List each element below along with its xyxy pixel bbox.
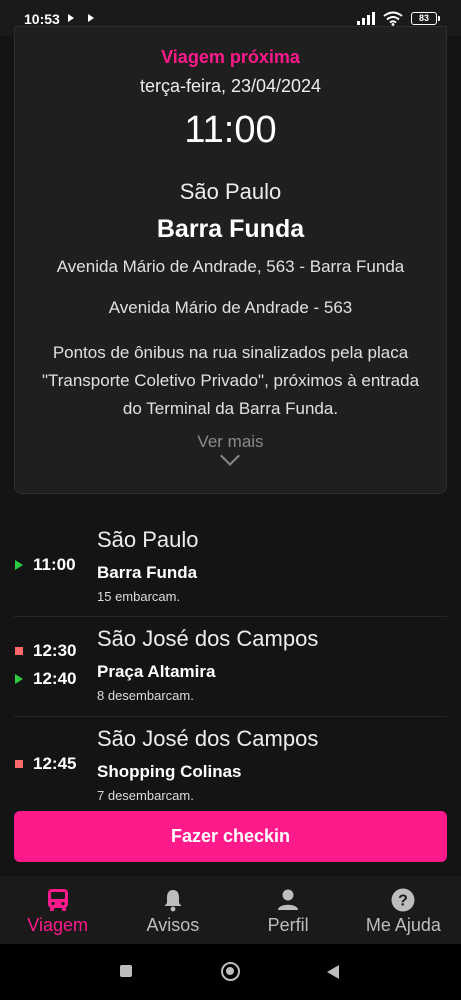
alight-marker-icon [15, 647, 23, 655]
stop-city: São José dos Campos [97, 626, 319, 651]
status-icons: 83 [357, 11, 440, 26]
stop-time: 12:30 [33, 641, 77, 660]
nav-label: Perfil [267, 915, 309, 935]
bus-icon [47, 889, 68, 911]
bottom-nav: Viagem Avisos Perfil ? Me Ajuda [0, 876, 461, 944]
stop-time: 11:00 [33, 555, 76, 574]
trip-label: Viagem próxima [161, 47, 300, 67]
trip-time: 11:00 [184, 109, 277, 151]
home-icon[interactable] [221, 962, 240, 981]
divider [14, 716, 447, 717]
nav-label: Me Ajuda [365, 915, 441, 935]
checkin-button[interactable]: Fazer checkin [14, 811, 447, 862]
stop-note: 8 desembarcam. [97, 688, 194, 703]
stop-note: 15 embarcam. [97, 589, 181, 604]
nav-viagem[interactable]: Viagem [0, 876, 115, 944]
stop-time: 12:40 [33, 669, 77, 688]
wifi-icon [383, 11, 403, 26]
trip-city: São Paulo [179, 179, 282, 204]
svg-text:?: ? [398, 893, 408, 910]
status-time: 10:53 [24, 11, 60, 27]
signal-icon [357, 12, 375, 25]
nav-label: Viagem [27, 915, 88, 935]
trip-stop-name: Barra Funda [156, 215, 305, 243]
recent-apps-icon[interactable] [120, 965, 132, 977]
stop-name: Barra Funda [97, 563, 198, 582]
nav-label: Avisos [146, 915, 200, 935]
person-icon [278, 889, 299, 910]
stop-name: Shopping Colinas [97, 762, 242, 781]
stop-city: São Paulo [97, 527, 199, 552]
stop-name: Praça Altamira [97, 662, 216, 681]
divider [14, 616, 447, 617]
back-icon[interactable] [327, 965, 339, 979]
nav-perfil[interactable]: Perfil [231, 876, 346, 944]
stop-note: 7 desembarcam. [97, 788, 194, 803]
media-play-icon [88, 14, 94, 22]
help-icon: ? [391, 888, 415, 912]
alight-marker-icon [15, 760, 23, 768]
media-play-icon [68, 14, 74, 22]
bell-icon [164, 890, 182, 912]
board-marker-icon [15, 674, 23, 684]
trip-address: Avenida Mário de Andrade, 563 - Barra Fu… [56, 257, 405, 276]
next-trip-card: Viagem próxima terça-feira, 23/04/2024 1… [14, 26, 447, 494]
board-marker-icon [15, 560, 23, 570]
stop-time: 12:45 [33, 754, 77, 773]
trip-description: Pontos de ônibus na rua sinalizados pela… [41, 343, 420, 418]
stop-city: São José dos Campos [97, 726, 319, 751]
trip-address-short: Avenida Mário de Andrade - 563 [108, 298, 353, 317]
nav-avisos[interactable]: Avisos [115, 876, 230, 944]
trip-date: terça-feira, 23/04/2024 [139, 76, 322, 96]
nav-me-ajuda[interactable]: ? Me Ajuda [346, 876, 461, 944]
battery-icon: 83 [411, 12, 440, 25]
